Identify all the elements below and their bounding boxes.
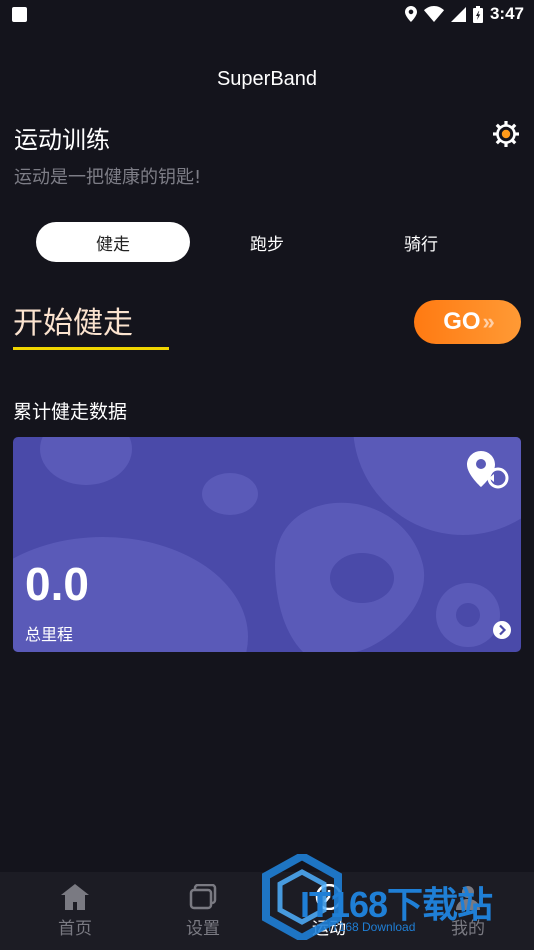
nav-home-label: 首页 bbox=[58, 919, 92, 939]
tab-run[interactable]: 跑步 bbox=[190, 222, 344, 262]
stats-section-label: 累计健走数据 bbox=[13, 401, 128, 423]
clock: 3:47 bbox=[489, 4, 524, 23]
nav-profile-label: 我的 bbox=[451, 919, 485, 939]
map-pin-route-icon bbox=[467, 451, 509, 491]
battery-icon bbox=[472, 5, 483, 23]
signal-icon bbox=[450, 6, 466, 22]
start-walk-label: 开始健走 bbox=[13, 306, 133, 341]
page-title: 运动训练 bbox=[14, 126, 110, 154]
nav-devices[interactable]: 设置 bbox=[150, 872, 256, 950]
notification-icon bbox=[12, 6, 27, 22]
nav-home[interactable]: 首页 bbox=[0, 872, 150, 950]
card-background-pattern bbox=[13, 437, 521, 652]
total-distance-value: 0.0 bbox=[25, 558, 89, 610]
page-subtitle: 运动是一把健康的钥匙! bbox=[14, 167, 202, 188]
settings-gear-icon[interactable] bbox=[492, 120, 520, 148]
start-label-underline bbox=[13, 347, 169, 350]
tab-walk[interactable]: 健走 bbox=[36, 222, 190, 262]
status-bar: 3:47 bbox=[0, 0, 534, 28]
home-icon bbox=[61, 884, 89, 910]
sport-icon bbox=[315, 884, 343, 910]
total-distance-label: 总里程 bbox=[25, 625, 74, 644]
app-title: SuperBand bbox=[216, 68, 318, 90]
user-icon bbox=[456, 886, 480, 910]
nav-devices-label: 设置 bbox=[186, 919, 220, 939]
double-chevron-right-icon: » bbox=[482, 309, 495, 334]
nav-profile[interactable]: 我的 bbox=[402, 872, 534, 950]
bottom-navigation: 首页 设置 运动 我的 bbox=[0, 872, 534, 950]
nav-sport-label: 运动 bbox=[312, 919, 346, 939]
devices-icon bbox=[189, 884, 217, 910]
go-button-label: GO bbox=[443, 308, 481, 335]
sport-type-tabs: 健走 跑步 骑行 bbox=[36, 222, 496, 262]
wifi-icon bbox=[423, 6, 444, 22]
go-button[interactable]: GO » bbox=[414, 300, 521, 344]
nav-sport[interactable]: 运动 bbox=[256, 872, 402, 950]
chevron-right-icon[interactable] bbox=[493, 621, 511, 639]
location-icon bbox=[404, 6, 417, 22]
tab-cycle[interactable]: 骑行 bbox=[344, 222, 498, 262]
status-icons: 3:47 bbox=[404, 4, 524, 24]
total-distance-card[interactable]: 0.0 总里程 bbox=[13, 437, 521, 652]
